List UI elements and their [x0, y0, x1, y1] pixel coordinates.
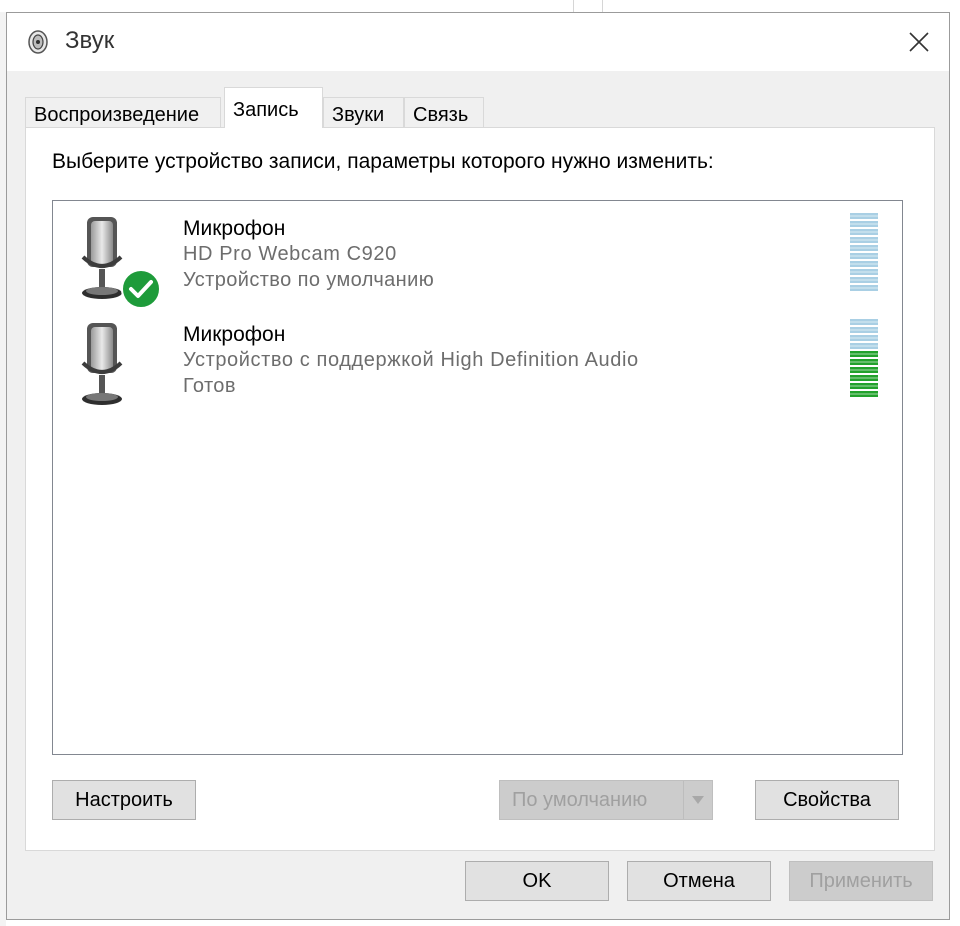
cancel-button[interactable]: Отмена — [627, 861, 771, 901]
tab-sounds[interactable]: Звуки — [323, 97, 404, 127]
background-top — [0, 0, 960, 12]
dropdown-arrow[interactable] — [683, 781, 712, 819]
level-meter-segment-line — [850, 329, 878, 331]
device-item-hd-audio[interactable]: Микрофон Устройство с поддержкой High De… — [53, 311, 902, 417]
instruction-text: Выберите устройство записи, параметры ко… — [52, 150, 714, 173]
level-meter-segment-line — [850, 321, 878, 323]
level-meter-segment-line — [850, 239, 878, 241]
window-title: Звук — [65, 27, 115, 54]
default-checkmark-icon — [121, 269, 161, 309]
tab-communications[interactable]: Связь — [404, 97, 484, 127]
device-name: Микрофон — [183, 323, 286, 346]
device-description: HD Pro Webcam C920 — [183, 243, 397, 265]
device-name: Микрофон — [183, 217, 286, 240]
apply-button[interactable]: Применить — [789, 861, 933, 901]
level-meter-segment-line — [850, 271, 878, 273]
level-meter-segment-line — [850, 279, 878, 281]
level-meter-segment-line — [850, 377, 878, 379]
set-default-label: По умолчанию — [512, 789, 648, 811]
level-meter-segment-line — [850, 255, 878, 257]
speaker-icon — [28, 30, 48, 54]
level-meter-segment-line — [850, 215, 878, 217]
title-bar[interactable]: Звук — [7, 13, 949, 71]
device-description: Устройство с поддержкой High Definition … — [183, 349, 639, 371]
close-icon — [909, 32, 929, 52]
device-status: Готов — [183, 375, 236, 397]
level-meter-segment-line — [850, 223, 878, 225]
level-meter-segment-line — [850, 393, 878, 395]
level-meter-segment-line — [850, 263, 878, 265]
properties-button[interactable]: Свойства — [755, 780, 899, 820]
microphone-icon — [81, 323, 123, 405]
device-status: Устройство по умолчанию — [183, 269, 435, 291]
configure-button[interactable]: Настроить — [52, 780, 196, 820]
close-button[interactable] — [889, 13, 949, 71]
level-meter-segment-line — [850, 287, 878, 289]
level-meter-segment-line — [850, 385, 878, 387]
background-window-edge — [573, 0, 603, 12]
device-item-webcam[interactable]: Микрофон HD Pro Webcam C920 Устройство п… — [53, 205, 902, 311]
tab-recording[interactable]: Запись — [224, 87, 323, 128]
level-meter-segment-line — [850, 353, 878, 355]
device-list[interactable]: Микрофон HD Pro Webcam C920 Устройство п… — [52, 200, 903, 755]
sound-dialog: Звук Воспроизведение Запись Звуки Связь … — [6, 12, 950, 920]
recording-panel: Выберите устройство записи, параметры ко… — [25, 127, 935, 851]
set-default-button[interactable]: По умолчанию — [499, 780, 713, 820]
level-meter-segment-line — [850, 247, 878, 249]
level-meter-segment-line — [850, 361, 878, 363]
ok-button[interactable]: OK — [465, 861, 609, 901]
tab-playback[interactable]: Воспроизведение — [25, 97, 221, 127]
level-meter-segment-line — [850, 369, 878, 371]
level-meter — [850, 213, 878, 291]
level-meter-segment-line — [850, 231, 878, 233]
chevron-down-icon — [692, 796, 704, 804]
level-meter-segment-line — [850, 345, 878, 347]
level-meter — [850, 319, 878, 397]
level-meter-segment-line — [850, 337, 878, 339]
